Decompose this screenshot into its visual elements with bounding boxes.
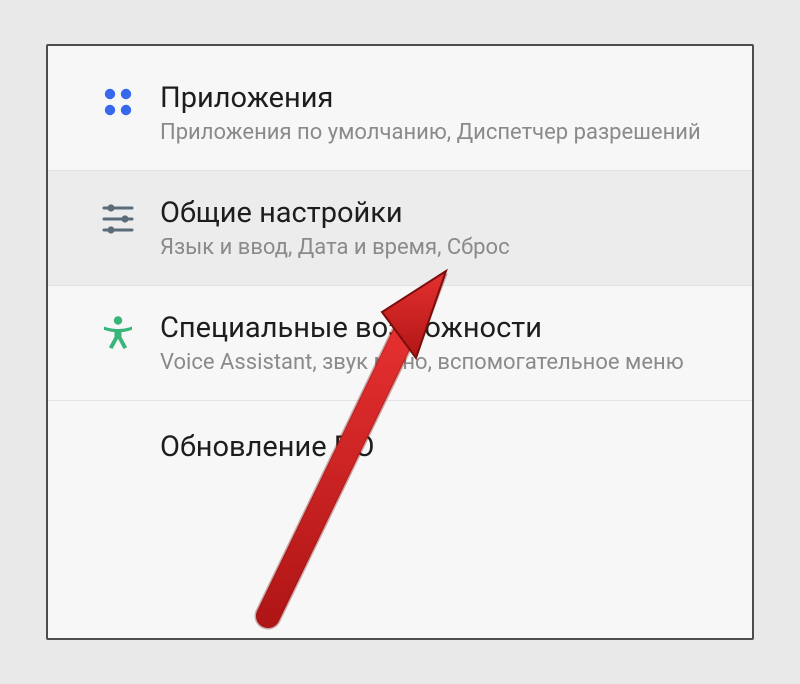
settings-item-general[interactable]: Общие настройки Язык и ввод, Дата и врем…	[48, 171, 752, 286]
settings-item-text: Приложения Приложения по умолчанию, Дисп…	[160, 80, 724, 148]
apps-icon	[76, 84, 160, 120]
settings-item-text: Обновление ПО	[160, 425, 374, 465]
sliders-icon	[76, 199, 160, 239]
settings-item-text: Общие настройки Язык и ввод, Дата и врем…	[160, 195, 724, 263]
settings-item-title: Приложения	[160, 80, 724, 116]
settings-item-text: Специальные возможности Voice Assistant,…	[160, 310, 724, 378]
settings-item-subtitle: Приложения по умолчанию, Диспетчер разре…	[160, 119, 724, 148]
settings-item-subtitle: Язык и ввод, Дата и время, Сброс	[160, 234, 724, 263]
settings-item-accessibility[interactable]: Специальные возможности Voice Assistant,…	[48, 286, 752, 401]
settings-item-update[interactable]: Обновление ПО	[48, 401, 752, 465]
settings-item-title: Специальные возможности	[160, 310, 724, 346]
settings-item-title: Обновление ПО	[160, 429, 374, 465]
settings-panel: Приложения Приложения по умолчанию, Дисп…	[46, 44, 754, 640]
settings-item-apps[interactable]: Приложения Приложения по умолчанию, Дисп…	[48, 56, 752, 171]
accessibility-icon	[76, 314, 160, 352]
settings-item-subtitle: Voice Assistant, звук моно, вспомогатель…	[160, 349, 724, 378]
settings-item-title: Общие настройки	[160, 195, 724, 231]
settings-list: Приложения Приложения по умолчанию, Дисп…	[48, 46, 752, 465]
